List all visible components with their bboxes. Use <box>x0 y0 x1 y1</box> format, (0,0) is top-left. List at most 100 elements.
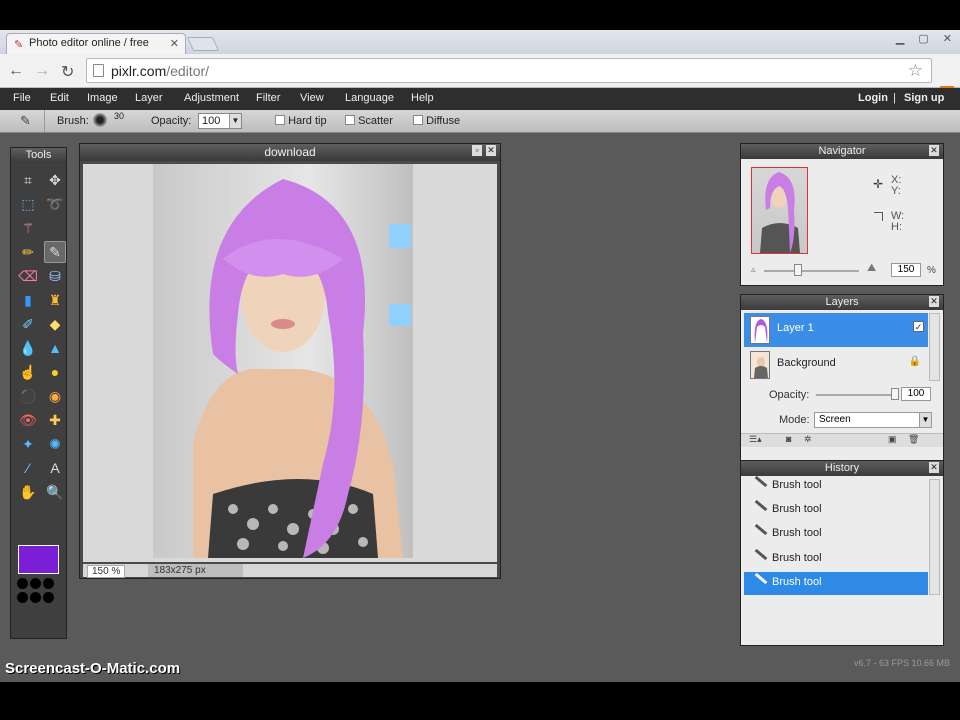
delete-layer-icon[interactable]: 🗑 <box>908 434 919 445</box>
zoom-tool-icon[interactable]: 🔍 <box>44 481 66 503</box>
signup-link[interactable]: Sign up <box>904 92 944 104</box>
dodge-tool-icon[interactable]: ◉ <box>44 385 66 407</box>
gradient-tool-icon[interactable]: ▮ <box>17 289 39 311</box>
blur-tool-icon[interactable]: 💧 <box>17 337 39 359</box>
hand-tool-icon[interactable]: ✋ <box>17 481 39 503</box>
close-doc-icon[interactable]: ✕ <box>486 145 496 156</box>
address-bar[interactable]: pixlr.com/editor/ ☆ <box>86 58 932 83</box>
menu-help[interactable]: Help <box>411 92 434 104</box>
zoom-in-icon[interactable]: ⛰ <box>867 262 876 275</box>
sharpen-tool-icon[interactable]: ▲ <box>44 337 66 359</box>
bucket-tool-icon[interactable]: ⛁ <box>44 265 66 287</box>
bookmark-star-icon[interactable]: ☆ <box>908 61 923 81</box>
blend-mode-select[interactable]: Screen ▼ <box>814 412 932 428</box>
wand-tool-icon[interactable]: ⚚ <box>17 217 39 239</box>
drawing-tool-icon[interactable]: ◆ <box>44 313 66 335</box>
primary-color-swatch[interactable] <box>18 545 59 574</box>
canvas-area[interactable] <box>83 164 497 562</box>
navigator-thumbnail[interactable] <box>751 167 808 254</box>
preset-dot[interactable] <box>43 578 54 589</box>
checkbox-box[interactable] <box>413 115 423 125</box>
menu-layer[interactable]: Layer <box>135 92 163 104</box>
pencil-tool-icon[interactable]: ✏ <box>17 241 39 263</box>
reload-icon[interactable]: ↻ <box>61 62 74 82</box>
login-link[interactable]: Login <box>858 92 888 104</box>
move-tool-icon[interactable]: ✥ <box>44 169 66 191</box>
menu-edit[interactable]: Edit <box>50 92 69 104</box>
close-history-icon[interactable]: ✕ <box>929 462 939 473</box>
layer-row-layer1[interactable]: Layer 1 ✓ <box>744 313 928 347</box>
history-item[interactable]: Brush tool <box>744 548 928 571</box>
photo-canvas[interactable] <box>153 164 413 558</box>
layer-opacity-input[interactable]: 100 <box>901 387 931 401</box>
preset-dot[interactable] <box>30 592 41 603</box>
back-arrow-icon[interactable]: ← <box>8 62 24 80</box>
zoom-field[interactable]: 150 % <box>87 565 126 578</box>
close-tab-icon[interactable]: ✕ <box>170 37 179 50</box>
zoom-slider-track[interactable] <box>764 270 859 272</box>
preset-dot[interactable] <box>30 578 41 589</box>
layers-scrollbar[interactable] <box>929 313 940 381</box>
opacity-field[interactable]: 100 ▼ <box>198 113 242 129</box>
maximize-icon[interactable]: ▢ <box>918 32 928 45</box>
history-item[interactable]: Brush tool <box>744 475 928 498</box>
close-navigator-icon[interactable]: ✕ <box>929 145 939 156</box>
type-tool-icon[interactable]: A <box>44 457 66 479</box>
brush-tool-icon[interactable]: ✎ <box>44 241 66 263</box>
zoom-slider-thumb[interactable] <box>794 264 802 276</box>
document-title[interactable]: download ▫ ✕ <box>80 144 500 161</box>
zoom-out-icon[interactable]: ▵ <box>751 264 756 275</box>
color-replace-icon[interactable]: ✐ <box>17 313 39 335</box>
lasso-tool-icon[interactable]: ➰ <box>44 193 66 215</box>
layer-opacity-thumb[interactable] <box>891 388 899 400</box>
layer-mask-icon[interactable]: ◙ <box>786 434 791 444</box>
pinch-tool-icon[interactable]: ✺ <box>44 433 66 455</box>
spot-heal-tool-icon[interactable]: ✚ <box>44 409 66 431</box>
color-picker-icon[interactable]: ⁄ <box>17 457 39 479</box>
menu-view[interactable]: View <box>300 92 324 104</box>
maximize-doc-icon[interactable]: ▫ <box>472 145 482 156</box>
preset-dot[interactable] <box>17 592 28 603</box>
history-scrollbar[interactable] <box>929 479 940 595</box>
close-window-icon[interactable]: ✕ <box>943 32 952 45</box>
scatter-checkbox[interactable]: Scatter <box>345 115 393 127</box>
history-item[interactable]: Brush tool <box>744 523 928 546</box>
new-layer-icon[interactable]: ▣ <box>888 434 897 445</box>
layer-visibility-checkbox[interactable]: ✓ <box>913 321 924 332</box>
layer-menu-icon[interactable]: ☰▴ <box>749 434 762 445</box>
stamp-tool-icon[interactable]: ♜ <box>44 289 66 311</box>
smudge-tool-icon[interactable]: ☝ <box>17 361 39 383</box>
sponge-tool-icon[interactable]: ● <box>44 361 66 383</box>
layer-row-background[interactable]: Background 🔒 <box>744 348 928 382</box>
red-eye-tool-icon[interactable]: 👁 <box>17 409 39 431</box>
eraser-tool-icon[interactable]: ⌫ <box>17 265 39 287</box>
diffuse-checkbox[interactable]: Diffuse <box>413 115 460 127</box>
hard-tip-checkbox[interactable]: Hard tip <box>275 115 327 127</box>
preset-dot[interactable] <box>17 578 28 589</box>
forward-arrow-icon[interactable]: → <box>34 62 50 80</box>
layer-style-icon[interactable]: ✲ <box>804 434 812 445</box>
bloat-tool-icon[interactable]: ✦ <box>17 433 39 455</box>
history-item[interactable]: Brush tool <box>744 499 928 522</box>
chevron-down-icon[interactable]: ▼ <box>229 114 241 128</box>
minimize-icon[interactable]: ▁ <box>896 32 904 45</box>
zoom-input[interactable]: 150 <box>891 263 921 277</box>
browser-tab[interactable]: ✎ Photo editor online / free ✕ <box>6 33 186 54</box>
history-item-selected[interactable]: Brush tool <box>744 572 928 595</box>
layer-opacity-track[interactable] <box>816 394 896 396</box>
brush-preview-icon[interactable] <box>93 113 107 127</box>
menu-adjustment[interactable]: Adjustment <box>184 92 239 104</box>
preset-dot[interactable] <box>43 592 54 603</box>
marquee-tool-icon[interactable]: ⬚ <box>17 193 39 215</box>
menu-file[interactable]: File <box>13 92 31 104</box>
crop-tool-icon[interactable]: ⌗ <box>17 169 39 191</box>
checkbox-box[interactable] <box>345 115 355 125</box>
chevron-down-icon[interactable]: ▼ <box>919 413 931 427</box>
checkbox-box[interactable] <box>275 115 285 125</box>
burn-tool-icon[interactable]: ⚫ <box>17 385 39 407</box>
menu-image[interactable]: Image <box>87 92 118 104</box>
menu-language[interactable]: Language <box>345 92 394 104</box>
menu-filter[interactable]: Filter <box>256 92 280 104</box>
new-tab-button[interactable] <box>186 37 220 51</box>
close-layers-icon[interactable]: ✕ <box>929 296 939 307</box>
